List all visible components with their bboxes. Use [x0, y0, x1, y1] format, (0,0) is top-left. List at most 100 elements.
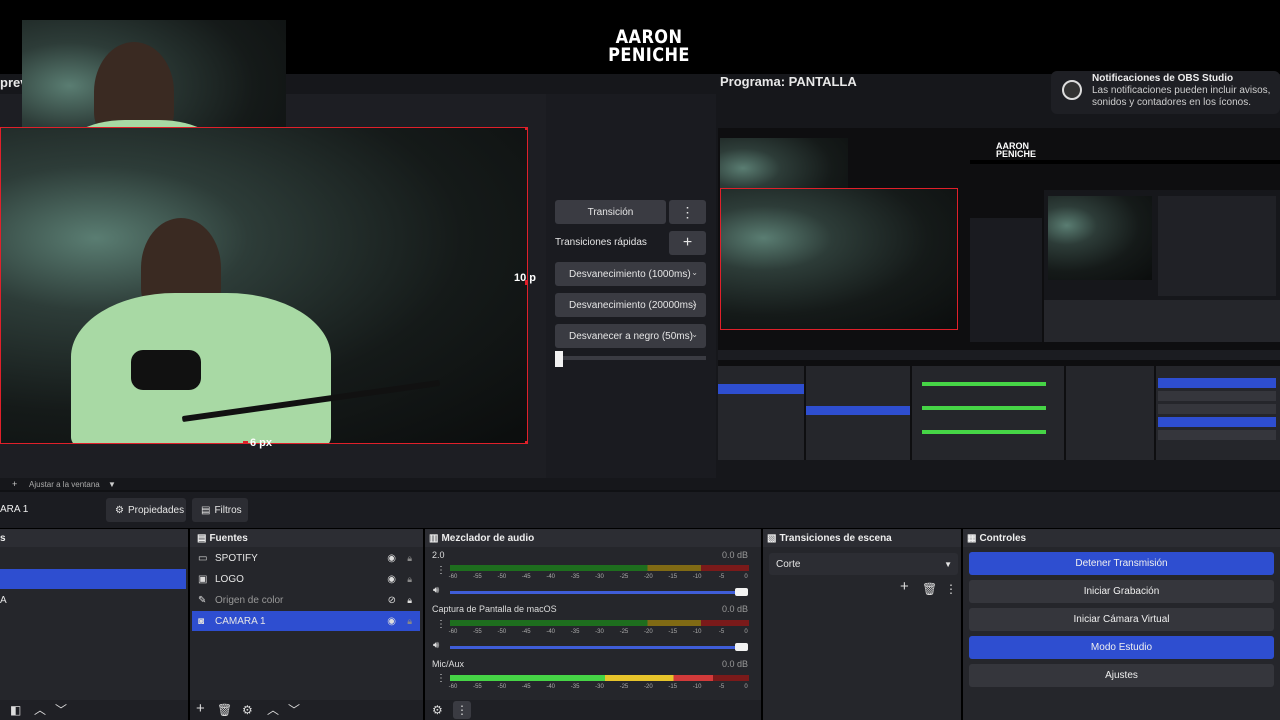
scenes-dock — [0, 529, 188, 720]
chevron-down-icon[interactable]: ▼ — [108, 480, 116, 489]
source-item-spotify[interactable]: ▭ SPOTIFY ◉ 🔒︎ — [192, 548, 420, 568]
add-transition-icon[interactable]: + — [900, 579, 909, 594]
mixer-menu-button[interactable]: ⋮ — [453, 701, 471, 719]
lock-icon[interactable]: 🔒︎ — [407, 595, 412, 606]
chevron-down-icon[interactable]: ﹀ — [288, 704, 300, 716]
source-item-camara-1[interactable]: ◙ CAMARA 1 ◉ 🔒︎ — [192, 611, 420, 631]
meter-scale-tick: -25 — [619, 629, 629, 635]
resize-handle[interactable] — [525, 128, 527, 130]
size-label-bottom: 6 px — [250, 437, 273, 449]
meter-scale-tick: -50 — [497, 574, 507, 580]
eye-icon[interactable]: ◉ — [387, 616, 396, 627]
volume-slider-handle[interactable] — [735, 643, 748, 651]
zoom-select[interactable]: Ajustar a la ventana — [29, 480, 100, 489]
chevron-down-icon: ⌄ — [691, 268, 698, 277]
quick-transition-1[interactable]: Desvanecimiento (1000ms) ⌄ — [555, 262, 706, 286]
volume-slider-handle[interactable] — [735, 588, 748, 596]
source-label: CAMARA 1 — [215, 615, 266, 627]
kebab-menu-icon[interactable]: ⋮ — [436, 619, 446, 630]
filters-label: Filtros — [214, 504, 242, 516]
meter-scale-tick: -35 — [570, 684, 580, 690]
kebab-menu-icon[interactable]: ⋮ — [945, 583, 957, 595]
start-virtual-camera-button[interactable]: Iniciar Cámara Virtual — [969, 608, 1274, 631]
transition-slider-handle[interactable] — [555, 351, 563, 367]
properties-button[interactable]: ⚙ Propiedades — [106, 498, 186, 522]
eye-icon[interactable]: ◉ — [387, 553, 396, 564]
transition-button[interactable]: Transición — [555, 200, 666, 224]
gear-icon[interactable]: ⚙ — [242, 704, 253, 716]
meter-scale-tick: -60 — [448, 684, 458, 690]
scene-item-selected[interactable] — [0, 569, 186, 589]
chevron-up-icon[interactable]: ︿ — [267, 704, 279, 716]
brand-logo: AARON PENICHE — [607, 28, 690, 65]
mixer-channel-name: 2.0 — [432, 550, 445, 560]
meter-scale-tick: -5 — [718, 629, 725, 635]
resize-handle[interactable] — [243, 441, 248, 443]
add-source-icon[interactable]: + — [196, 701, 205, 716]
size-label-right: 10 p — [514, 272, 537, 284]
volume-slider[interactable] — [450, 646, 740, 649]
meter-scale-tick: -55 — [473, 574, 482, 580]
quick-transitions-label: Transiciones rápidas — [555, 237, 647, 248]
camera-source-selected[interactable] — [0, 127, 528, 444]
lock-icon[interactable]: 🔒︎ — [407, 574, 412, 585]
volume-slider[interactable] — [450, 591, 740, 594]
transition-slider-track[interactable] — [555, 356, 706, 360]
meter-scale-tick: -35 — [570, 574, 580, 580]
start-recording-button[interactable]: Iniciar Grabación — [969, 580, 1274, 603]
meter-scale-tick: -10 — [692, 684, 702, 690]
meter-scale-tick: -10 — [692, 574, 702, 580]
lock-icon[interactable]: 🔒︎ — [407, 616, 412, 627]
gear-icon[interactable]: ⚙ — [432, 704, 443, 716]
chevron-down-icon: ⌄ — [691, 330, 698, 339]
kebab-menu-icon[interactable]: ⋮ — [436, 565, 446, 576]
meter-scale-tick: -25 — [619, 684, 629, 690]
resize-handle[interactable] — [525, 441, 527, 443]
nested-ui — [1158, 196, 1276, 296]
plus-icon[interactable]: + — [12, 479, 17, 489]
source-item-color[interactable]: ✎ Origen de color ⊘ 🔒︎ — [192, 590, 420, 610]
meter-scale-tick: -40 — [546, 574, 555, 580]
notification-title: Notificaciones de OBS Studio — [1092, 73, 1234, 84]
nested-docks — [1044, 300, 1280, 342]
eye-hidden-icon[interactable]: ⊘ — [388, 595, 396, 606]
studio-mode-button[interactable]: Modo Estudio — [969, 636, 1274, 659]
sources-icon: ▤ — [197, 532, 207, 544]
program-camera — [720, 188, 958, 330]
plus-icon: + — [682, 234, 693, 251]
trash-icon[interactable]: 🗑︎ — [922, 583, 937, 595]
program-nested-controls — [1156, 366, 1280, 460]
stop-streaming-button[interactable]: Detener Transmisión — [969, 552, 1274, 575]
meter-scale-tick: -45 — [521, 684, 531, 690]
add-quick-transition-button[interactable]: + — [669, 231, 706, 255]
filters-button[interactable]: ▤ Filtros — [192, 498, 248, 522]
meter-scale-tick: -35 — [570, 629, 580, 635]
meter-scale-tick: -5 — [718, 684, 725, 690]
panel-toggle-icon[interactable]: ◧ — [10, 704, 21, 716]
transition-type-select[interactable]: Corte ▼ — [769, 553, 958, 575]
quick-transition-3[interactable]: Desvanecer a negro (50ms) ⌄ — [555, 324, 706, 348]
transition-menu-button[interactable]: ⋮ — [669, 200, 706, 224]
lock-icon[interactable]: 🔒︎ — [407, 553, 412, 564]
eye-icon[interactable]: ◉ — [387, 574, 396, 585]
trash-icon[interactable]: 🗑︎ — [217, 704, 232, 716]
program-nested-scene-transitions — [1066, 366, 1154, 460]
meter-scale-tick: -60 — [448, 629, 458, 635]
meter-scale-tick: -20 — [643, 629, 653, 635]
kebab-menu-icon[interactable]: ⋮ — [436, 673, 446, 684]
selected-source-name: ARA 1 — [0, 504, 29, 515]
scene-item[interactable]: A — [0, 595, 7, 606]
speaker-icon[interactable]: 🔊︎ — [433, 640, 439, 651]
chevron-up-icon[interactable]: ︿ — [34, 704, 46, 716]
source-item-logo[interactable]: ▣ LOGO ◉ 🔒︎ — [192, 569, 420, 589]
quick-transition-2[interactable]: Desvanecimiento (20000ms) ⌄ — [555, 293, 706, 317]
controls-icon: ▦ — [967, 532, 977, 544]
meter-scale-tick: -30 — [595, 684, 604, 690]
chevron-down-icon[interactable]: ﹀ — [55, 704, 67, 716]
microphone — [131, 350, 201, 390]
meter-scale-tick: -45 — [521, 574, 531, 580]
speaker-icon[interactable]: 🔊︎ — [433, 585, 439, 596]
meter-scale-tick: -20 — [643, 574, 653, 580]
settings-button[interactable]: Ajustes — [969, 664, 1274, 687]
image-icon: ▣ — [198, 573, 208, 585]
